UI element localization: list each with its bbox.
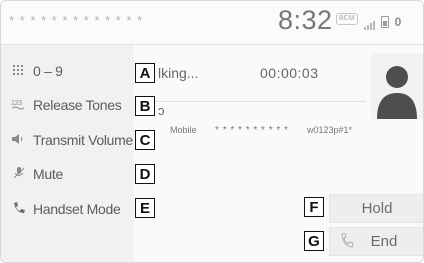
menu-item-release-tones[interactable]: 123 Release Tones	[1, 91, 134, 119]
menu-item-transmit-volume[interactable]: Transmit Volume	[1, 126, 134, 154]
status-bar: * * * * * * * * * * * * * 8:32 BCM 0	[1, 1, 423, 45]
microphone-mute-icon	[1, 166, 27, 182]
handset-icon	[1, 201, 27, 217]
callout-a: A	[135, 63, 155, 83]
call-status: lking...	[158, 65, 199, 81]
end-button-label: End	[370, 233, 398, 250]
menu-item-handset-mode[interactable]: Handset Mode	[1, 195, 134, 223]
end-call-button[interactable]: End	[329, 227, 423, 256]
menu-item-label: Mute	[33, 166, 63, 182]
callout-e: E	[135, 198, 155, 218]
menu-item-label: Release Tones	[33, 97, 122, 113]
callout-c: C	[135, 130, 155, 150]
menu-item-label: 0 – 9	[33, 63, 63, 79]
battery-icon	[380, 16, 389, 28]
release-tones-icon: 123	[1, 98, 27, 113]
call-info-panel: lking... 00:00:03 ɔ Mobile * * * * * * *…	[134, 45, 423, 262]
menu-item-keypad[interactable]: 0 – 9	[1, 57, 134, 85]
masked-phone-number: * * * * * * * * * *	[215, 125, 289, 136]
svg-text:123: 123	[11, 100, 22, 107]
dial-string: w0123p#1*	[306, 125, 353, 135]
person-icon	[377, 66, 417, 119]
masked-contact-name: * * * * * * * * * * * * *	[9, 13, 144, 28]
callout-f: F	[304, 197, 324, 217]
callout-d: D	[135, 164, 155, 184]
callout-g: G	[304, 231, 324, 251]
hold-button-label: Hold	[361, 200, 393, 217]
call-options-menu: 0 – 9 123 Release Tones Transmit Volume …	[1, 45, 134, 262]
divider	[154, 101, 366, 102]
zero-icon: 0	[394, 15, 402, 29]
hold-button[interactable]: Hold	[329, 194, 423, 223]
menu-item-label: Handset Mode	[33, 201, 121, 217]
phone-call-screen: * * * * * * * * * * * * * 8:32 BCM 0 0 –…	[0, 0, 424, 263]
call-timer: 00:00:03	[260, 65, 319, 81]
menu-item-label: Transmit Volume	[33, 132, 134, 148]
signal-icon	[363, 18, 375, 30]
partial-text: ɔ	[158, 103, 165, 118]
contact-avatar	[371, 53, 423, 119]
phone-type: Mobile	[170, 125, 197, 135]
phone-info-row: Mobile * * * * * * * * * * w0123p#1*	[154, 125, 352, 136]
phone-end-icon	[340, 232, 354, 253]
menu-item-mute[interactable]: Mute	[1, 160, 134, 188]
callout-b: B	[135, 96, 155, 116]
camera-badge-icon: BCM	[336, 13, 358, 25]
keypad-icon	[1, 64, 27, 78]
speaker-volume-icon	[1, 133, 27, 147]
clock: 8:32	[278, 5, 333, 35]
system-icons: BCM 0	[336, 11, 401, 33]
